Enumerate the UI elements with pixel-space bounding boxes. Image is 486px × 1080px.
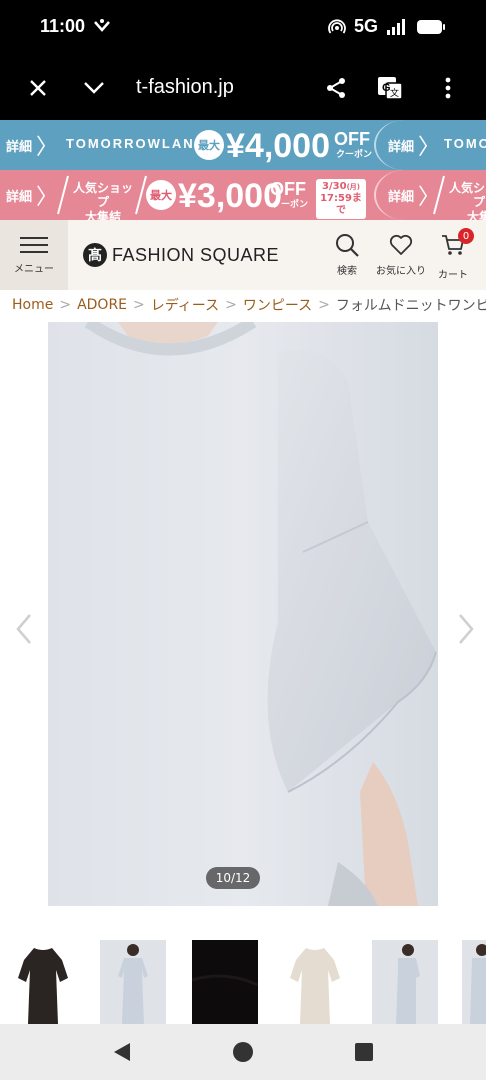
chevron-right-icon: 〉 [36, 185, 59, 210]
breadcrumb-ladies[interactable]: レディース [151, 295, 219, 315]
coupon-amount: ¥3,000 [178, 177, 282, 215]
cart-icon-wrap: 0 [440, 228, 474, 262]
breadcrumb: Home > ADORE > レディース > ワンピース > フォルムドニットワ… [0, 292, 486, 318]
site-logo[interactable]: 髙 FASHION SQUARE [82, 242, 279, 268]
more-options-button[interactable] [432, 72, 464, 104]
home-icon[interactable] [231, 1040, 255, 1064]
logo-text: FASHION SQUARE [112, 244, 280, 265]
translate-button[interactable]: G 文 [374, 72, 406, 104]
breadcrumb-home[interactable]: Home [12, 297, 53, 313]
collapse-button[interactable] [78, 72, 110, 104]
recents-icon[interactable] [352, 1040, 376, 1064]
popular-shops-text: 人気ショップ 大集結 [72, 181, 133, 220]
site-header: メニュー 髙 FASHION SQUARE 検索 お気に入り 0 カート [0, 220, 486, 290]
breadcrumb-brand[interactable]: ADORE [77, 297, 127, 313]
notification-icon [94, 19, 110, 32]
coupon-label: クーポン [336, 149, 373, 159]
chevron-right-icon: > [225, 297, 237, 313]
share-button[interactable] [320, 72, 352, 104]
status-time: 11:00 [40, 16, 86, 36]
signal-icon [387, 18, 405, 35]
chevron-down-icon [84, 82, 104, 94]
slash-decor [57, 175, 69, 215]
thumbnail-model-light-3[interactable] [462, 940, 486, 1024]
max-badge: 最大 [146, 180, 176, 210]
slash-decor [433, 175, 445, 215]
promo-banner-popular-shops[interactable]: 詳細 〉 人気ショップ 大集結 最大 ¥3,000 OFF クーポン 3/30(… [0, 170, 486, 220]
thumbnail-beige-dress[interactable] [282, 940, 348, 1024]
share-icon [327, 78, 345, 98]
promo-banner-tomorrowland[interactable]: 詳細 〉 TOMORROWLAND 最大 ¥4,000 OFF クーポン 詳細 … [0, 120, 486, 170]
gallery-counter: 10/12 [206, 867, 260, 889]
thumbnail-model-light-1[interactable] [100, 940, 166, 1024]
coupon-label: クーポン [272, 199, 309, 209]
cart-count-badge: 0 [458, 228, 474, 244]
logo-mark-text: 髙 [88, 247, 102, 264]
thumbnail-black-dress[interactable] [10, 940, 76, 1024]
battery-icon [417, 19, 445, 34]
thumbnail-black-fabric[interactable] [192, 940, 258, 1024]
chevron-right-icon: > [318, 297, 330, 313]
logo-mark-icon: 髙 [83, 243, 107, 267]
chevron-right-icon: 〉 [418, 135, 441, 160]
search-button[interactable]: 検索 [334, 232, 360, 277]
svg-text:文: 文 [390, 87, 399, 99]
cart-button[interactable]: 0 カート [438, 228, 474, 281]
hotspot-icon [328, 19, 346, 34]
thumbnail-strip [0, 940, 486, 1024]
status-right: 5G [328, 16, 446, 37]
breadcrumb-current: フォルムドニットワンピース [335, 298, 486, 314]
coupon-deadline: 3/30(月) 17:59まで [316, 179, 366, 219]
gallery-prev-arrow[interactable] [12, 612, 36, 646]
thumbnail-model-light-2[interactable] [372, 940, 438, 1024]
search-icon [336, 234, 359, 257]
close-tab-button[interactable] [22, 72, 54, 104]
max-badge: 最大 [194, 130, 224, 160]
off-label: OFF [334, 129, 370, 149]
chevron-right-icon: > [133, 297, 145, 313]
banner-detail-link-2[interactable]: 詳細 〉 [378, 125, 450, 165]
browser-toolbar: t-fashion.jp G 文 [0, 56, 486, 120]
menu-label: メニュー [14, 263, 54, 275]
network-type: 5G [353, 16, 378, 36]
heart-icon [389, 234, 413, 255]
chevron-right-icon: 〉 [36, 135, 59, 160]
chevron-right-icon: > [59, 297, 72, 313]
hamburger-icon [20, 236, 48, 253]
favorites-button[interactable]: お気に入り [376, 232, 426, 277]
back-icon[interactable] [110, 1040, 134, 1064]
coupon-amount: ¥4,000 [226, 127, 330, 165]
breadcrumb-category[interactable]: ワンピース [243, 295, 312, 315]
off-label: OFF [270, 179, 306, 199]
more-vert-icon [445, 77, 451, 99]
banner-brand-2: TOMO [444, 136, 486, 151]
product-photo [48, 322, 438, 906]
product-image[interactable] [48, 322, 438, 906]
popular-shops-text-2: 人気ショップ 大集 [448, 181, 486, 220]
translate-icon: G 文 [378, 77, 403, 100]
banner-brand: TOMORROWLAND [66, 136, 207, 151]
menu-button[interactable]: メニュー [0, 220, 68, 290]
close-icon [30, 80, 46, 96]
gallery-next-arrow[interactable] [454, 612, 478, 646]
system-nav-bar [0, 1024, 486, 1080]
url-text[interactable]: t-fashion.jp [136, 76, 234, 99]
status-bar: 11:00 5G [0, 0, 486, 56]
banner-detail-link[interactable]: 詳細 〉 [0, 125, 68, 165]
